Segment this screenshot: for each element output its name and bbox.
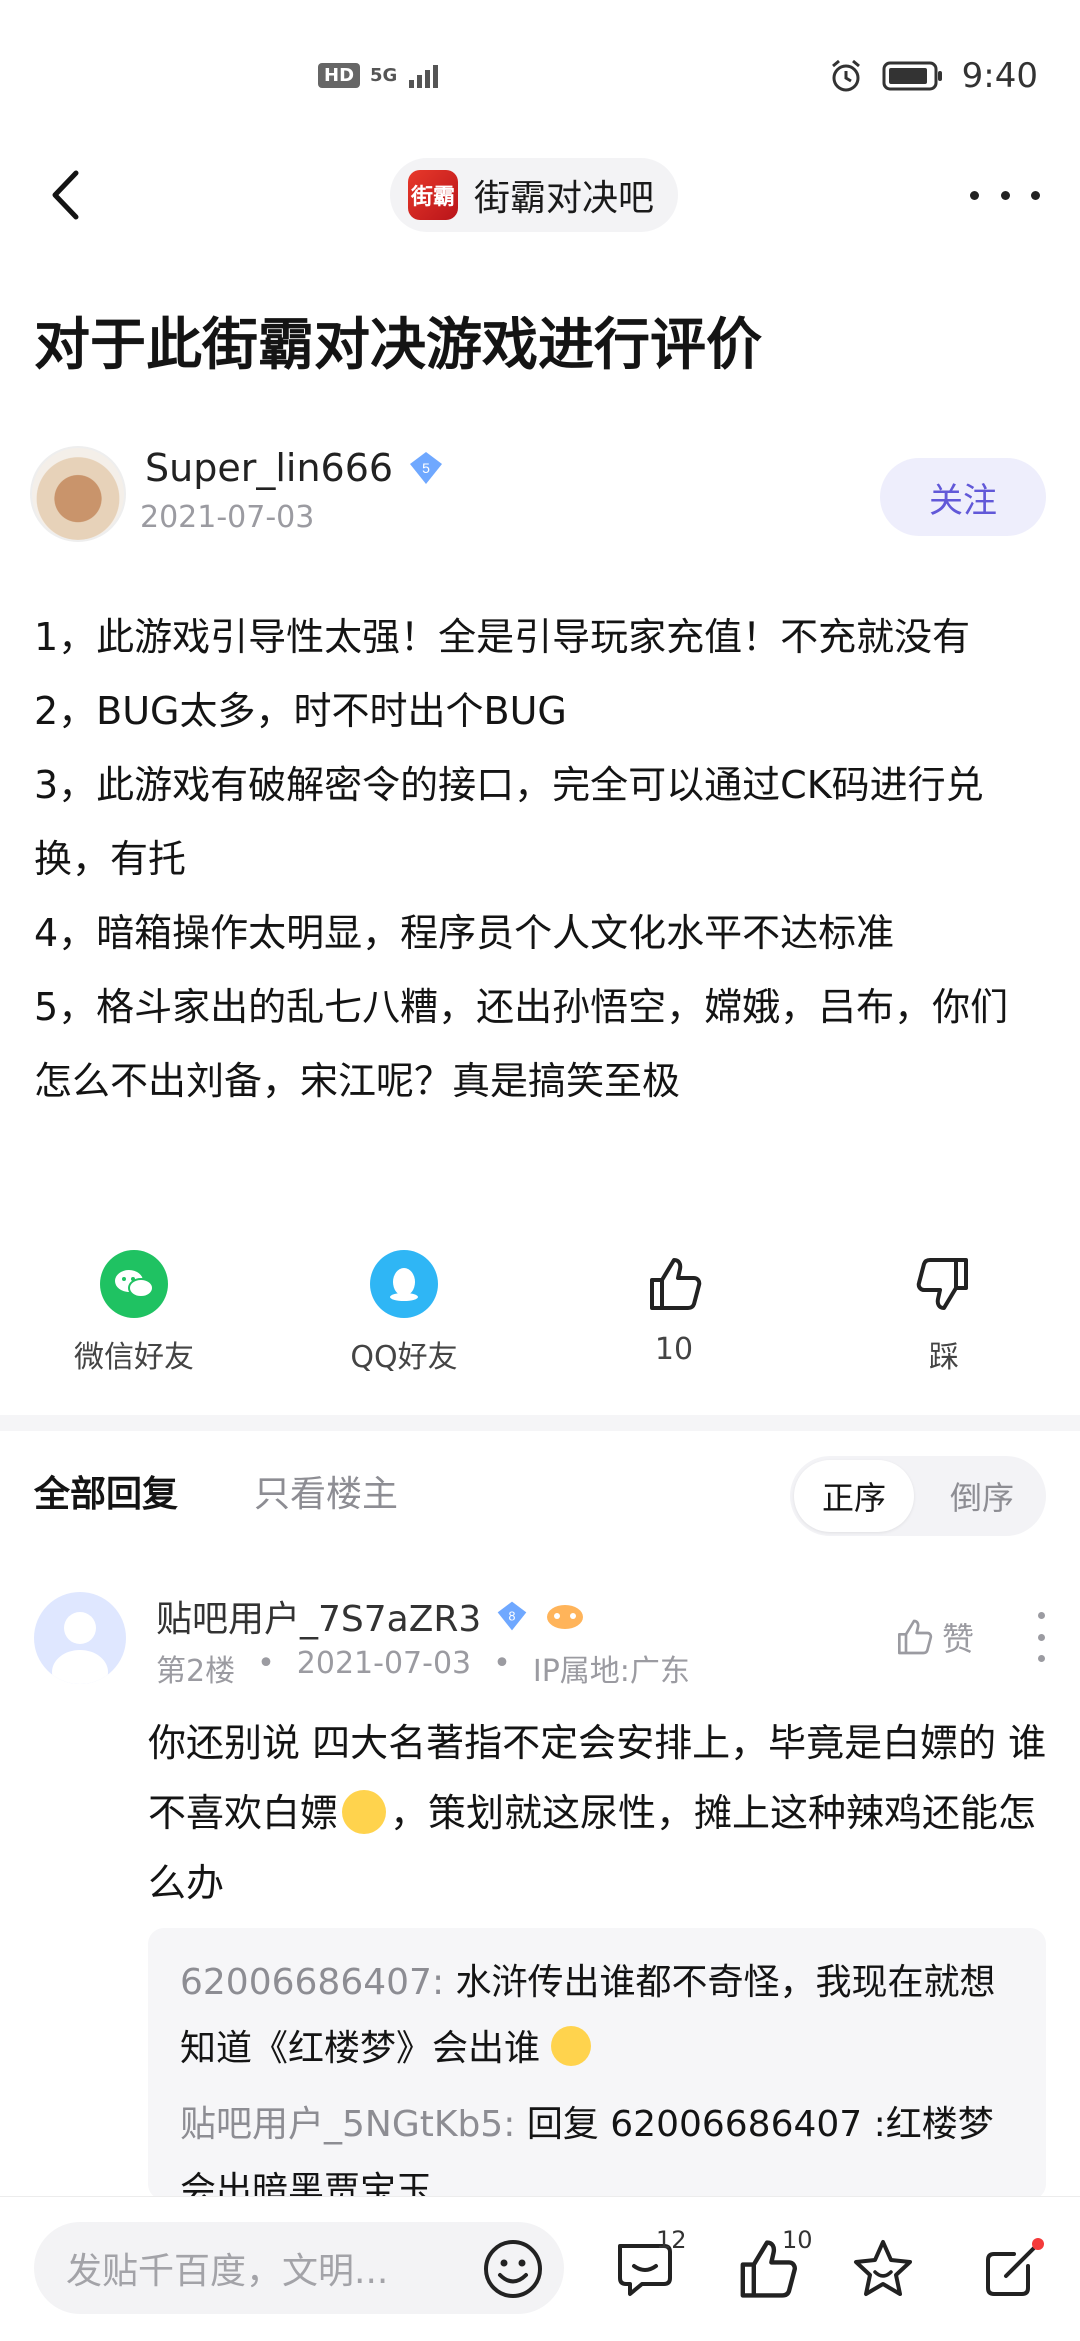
forum-link[interactable]: 街霸 街霸对决吧 (390, 158, 679, 232)
sort-desc-button[interactable]: 倒序 (922, 1460, 1042, 1532)
like-count: 10 (654, 1332, 694, 1367)
thumbs-up-icon (640, 1250, 708, 1318)
tab-all-replies[interactable]: 全部回复 (34, 1465, 178, 1517)
default-user-icon (52, 1612, 108, 1684)
tab-op-only[interactable]: 只看楼主 (254, 1465, 398, 1517)
status-right: 9:40 (828, 56, 1038, 96)
level-badge-icon: 5 (410, 452, 443, 484)
post-line-2: 2，BUG太多，时不时出个BUG (34, 689, 567, 733)
bottom-like-count: 10 (782, 2226, 813, 2254)
author-name-row[interactable]: Super_lin666 5 (145, 446, 445, 490)
favorite-star-icon[interactable] (850, 2236, 916, 2302)
reply-username: 贴吧用户_7S7aZR3 (156, 1599, 482, 1640)
post-line-1: 1，此游戏引导性太强！全是引导玩家充值！不充就没有 (34, 615, 971, 659)
subreply-author[interactable]: 62006686407 (180, 1962, 432, 2003)
share-icon[interactable] (980, 2236, 1046, 2302)
forum-logo: 街霸 (408, 170, 458, 220)
reply-user-row[interactable]: 贴吧用户_7S7aZR3 8 (156, 1590, 587, 1642)
alarm-icon (831, 59, 860, 92)
qq-label: QQ好友 (350, 1340, 458, 1375)
author-name: Super_lin666 (145, 446, 394, 490)
forum-name: 街霸对决吧 (474, 178, 655, 219)
comment-count: 12 (656, 2226, 687, 2254)
reply-like-button[interactable]: 赞 (894, 1614, 974, 1660)
level-badge-icon: 8 (497, 1601, 527, 1631)
post-line-4: 4，暗箱操作太明显，程序员个人文化水平不达标准 (34, 911, 895, 955)
wechat-label: 微信好友 (74, 1340, 194, 1375)
like-post-button[interactable]: 10 (584, 1250, 764, 1367)
smile-emoji-icon (551, 2026, 592, 2066)
network-indicators: HD 5G (318, 60, 447, 90)
sort-asc-button[interactable]: 正序 (794, 1460, 914, 1532)
reply-avatar[interactable] (34, 1592, 126, 1684)
reply-meta: 第2楼 • 2021-07-03 • IP属地:广东 (156, 1646, 690, 1689)
battery-icon (882, 61, 942, 91)
svg-text:8: 8 (509, 1609, 516, 1623)
svg-text:5: 5 (422, 460, 430, 476)
qq-icon (370, 1250, 438, 1318)
dislike-button[interactable]: 踩 (854, 1250, 1034, 1376)
reply-body: 你还别说 四大名著指不定会安排上，毕竟是白嫖的 谁不喜欢白嫖 ，策划就这尿性，摊上… (148, 1708, 1048, 1918)
subreply-item[interactable]: 贴吧用户_5NGtKb5: 回复 62006686407 :红楼梦会出暗黑贾宝玉 (148, 2092, 1046, 2200)
back-button[interactable] (40, 160, 90, 230)
subreply-item[interactable]: 62006686407: 水浒传出谁都不奇怪，我现在就想知道《红楼梦》会出谁 (148, 1950, 1046, 2082)
subreply-author[interactable]: 贴吧用户_5NGtKb5 (180, 2104, 503, 2145)
status-bar: HD 5G 9:40 (0, 0, 1080, 150)
post-line-3: 3，此游戏有破解密令的接口，完全可以通过CK码进行兑换，有托 (34, 763, 984, 881)
reply-input-placeholder: 发贴千百度，文明... (66, 2251, 389, 2292)
sort-toggle: 正序 倒序 (790, 1456, 1046, 1536)
thumbs-down-icon (910, 1250, 978, 1318)
back-arrow-icon (52, 170, 79, 220)
post-title: 对于此街霸对决游戏进行评价 (34, 313, 762, 378)
reply-like-label: 赞 (941, 1620, 974, 1658)
thumbs-up-icon (897, 1619, 933, 1655)
subreply-box[interactable]: 62006686407: 水浒传出谁都不奇怪，我现在就想知道《红楼梦》会出谁 贴… (148, 1928, 1046, 2200)
post-line-5: 5，格斗家出的乱七八糟，还出孙悟空，嫦娥，吕布，你们怎么不出刘备，宋江呢？真是搞… (34, 985, 1009, 1103)
follow-button[interactable]: 关注 (880, 458, 1046, 536)
post-date: 2021-07-03 (140, 500, 315, 535)
dislike-label: 踩 (929, 1340, 959, 1375)
section-divider (0, 1415, 1080, 1431)
more-options-icon[interactable] (970, 170, 1040, 220)
game-badge-icon (547, 1605, 584, 1629)
author-avatar[interactable] (30, 446, 126, 542)
reply-more-icon[interactable] (1036, 1612, 1046, 1662)
share-qq-button[interactable]: QQ好友 (314, 1250, 494, 1376)
hd-icon: HD (318, 62, 361, 88)
share-wechat-button[interactable]: 微信好友 (44, 1250, 224, 1376)
signal-icon (409, 65, 439, 88)
emoji-icon[interactable] (482, 2238, 544, 2300)
grin-emoji-icon (342, 1790, 387, 1834)
wechat-icon (100, 1250, 168, 1318)
reply-floor: 第2楼 (156, 1654, 236, 1689)
reply-ip: IP属地:广东 (532, 1654, 690, 1689)
network-type: 5G (370, 64, 398, 86)
post-body: 1，此游戏引导性太强！全是引导玩家充值！不充就没有 2，BUG太多，时不时出个B… (34, 600, 1044, 1118)
clock: 9:40 (961, 56, 1038, 96)
reply-date: 2021-07-03 (296, 1646, 472, 1681)
